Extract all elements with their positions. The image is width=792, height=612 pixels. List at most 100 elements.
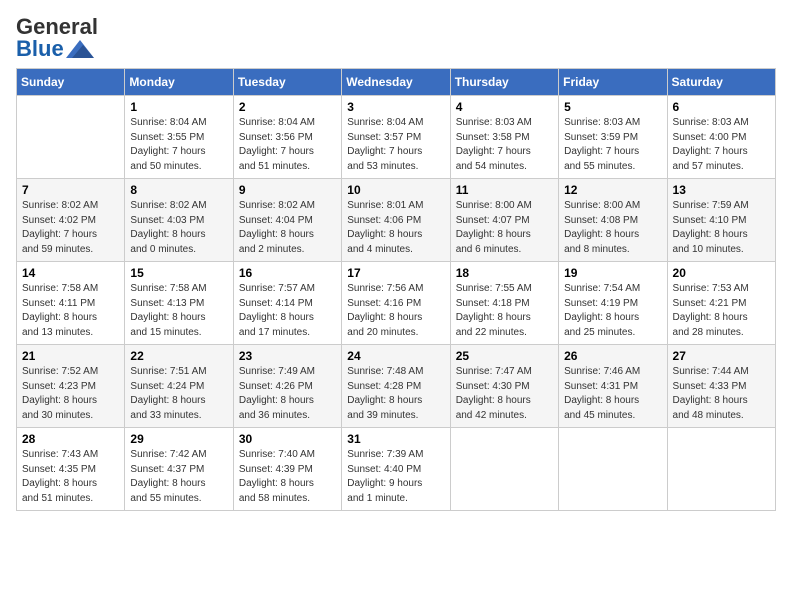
calendar-cell xyxy=(667,428,775,511)
day-number: 28 xyxy=(22,432,119,446)
day-number: 12 xyxy=(564,183,661,197)
calendar-cell: 23 Sunrise: 7:49 AM Sunset: 4:26 PM Dayli… xyxy=(233,345,341,428)
day-info: Sunrise: 8:03 AM Sunset: 4:00 PM Dayligh… xyxy=(673,116,770,174)
calendar-cell xyxy=(17,96,125,179)
calendar-cell: 2 Sunrise: 8:04 AM Sunset: 3:56 PM Daylig… xyxy=(233,96,341,179)
day-number: 14 xyxy=(22,266,119,280)
day-number: 6 xyxy=(673,100,770,114)
calendar-cell: 13 Sunrise: 7:59 AM Sunset: 4:10 PM Dayli… xyxy=(667,179,775,262)
day-info: Sunrise: 7:58 AM Sunset: 4:13 PM Dayligh… xyxy=(130,282,227,340)
day-number: 11 xyxy=(456,183,553,197)
calendar-cell: 1Sunrise: 8:04 AM Sunset: 3:55 PM Daylig… xyxy=(125,96,233,179)
day-info: Sunrise: 7:59 AM Sunset: 4:10 PM Dayligh… xyxy=(673,199,770,257)
day-number: 9 xyxy=(239,183,336,197)
calendar-cell: 8 Sunrise: 8:02 AM Sunset: 4:03 PM Daylig… xyxy=(125,179,233,262)
calendar-cell: 31 Sunrise: 7:39 AM Sunset: 4:40 PM Dayli… xyxy=(342,428,450,511)
calendar-cell: 5 Sunrise: 8:03 AM Sunset: 3:59 PM Daylig… xyxy=(559,96,667,179)
day-number: 23 xyxy=(239,349,336,363)
day-number: 21 xyxy=(22,349,119,363)
calendar-cell: 25Sunrise: 7:47 AM Sunset: 4:30 PM Dayli… xyxy=(450,345,558,428)
calendar-cell: 6 Sunrise: 8:03 AM Sunset: 4:00 PM Daylig… xyxy=(667,96,775,179)
day-info: Sunrise: 8:02 AM Sunset: 4:03 PM Dayligh… xyxy=(130,199,227,257)
day-info: Sunrise: 7:40 AM Sunset: 4:39 PM Dayligh… xyxy=(239,448,336,506)
weekday-header: Tuesday xyxy=(233,69,341,96)
calendar-cell: 15 Sunrise: 7:58 AM Sunset: 4:13 PM Dayli… xyxy=(125,262,233,345)
day-info: Sunrise: 7:43 AM Sunset: 4:35 PM Dayligh… xyxy=(22,448,119,506)
day-info: Sunrise: 8:03 AM Sunset: 3:58 PM Dayligh… xyxy=(456,116,553,174)
calendar-cell: 18 Sunrise: 7:55 AM Sunset: 4:18 PM Dayli… xyxy=(450,262,558,345)
day-info: Sunrise: 8:02 AM Sunset: 4:02 PM Dayligh… xyxy=(22,199,119,257)
day-info: Sunrise: 8:02 AM Sunset: 4:04 PM Dayligh… xyxy=(239,199,336,257)
day-number: 30 xyxy=(239,432,336,446)
day-info: Sunrise: 7:47 AM Sunset: 4:30 PM Dayligh… xyxy=(456,365,553,423)
day-number: 2 xyxy=(239,100,336,114)
weekday-header: Thursday xyxy=(450,69,558,96)
day-number: 29 xyxy=(130,432,227,446)
calendar-cell: 21 Sunrise: 7:52 AM Sunset: 4:23 PM Dayli… xyxy=(17,345,125,428)
day-number: 17 xyxy=(347,266,444,280)
day-number: 5 xyxy=(564,100,661,114)
day-number: 19 xyxy=(564,266,661,280)
calendar-cell: 22Sunrise: 7:51 AM Sunset: 4:24 PM Dayli… xyxy=(125,345,233,428)
day-info: Sunrise: 7:49 AM Sunset: 4:26 PM Dayligh… xyxy=(239,365,336,423)
weekday-header: Sunday xyxy=(17,69,125,96)
day-number: 16 xyxy=(239,266,336,280)
day-info: Sunrise: 8:04 AM Sunset: 3:55 PM Dayligh… xyxy=(130,116,227,174)
weekday-header: Saturday xyxy=(667,69,775,96)
calendar-cell: 29 Sunrise: 7:42 AM Sunset: 4:37 PM Dayli… xyxy=(125,428,233,511)
day-info: Sunrise: 7:48 AM Sunset: 4:28 PM Dayligh… xyxy=(347,365,444,423)
calendar-cell: 24 Sunrise: 7:48 AM Sunset: 4:28 PM Dayli… xyxy=(342,345,450,428)
calendar-cell: 20 Sunrise: 7:53 AM Sunset: 4:21 PM Dayli… xyxy=(667,262,775,345)
calendar-cell: 10 Sunrise: 8:01 AM Sunset: 4:06 PM Dayli… xyxy=(342,179,450,262)
day-number: 4 xyxy=(456,100,553,114)
weekday-header: Wednesday xyxy=(342,69,450,96)
day-number: 20 xyxy=(673,266,770,280)
day-number: 13 xyxy=(673,183,770,197)
weekday-header: Friday xyxy=(559,69,667,96)
calendar-table: SundayMondayTuesdayWednesdayThursdayFrid… xyxy=(16,68,776,511)
day-info: Sunrise: 7:52 AM Sunset: 4:23 PM Dayligh… xyxy=(22,365,119,423)
calendar-header: SundayMondayTuesdayWednesdayThursdayFrid… xyxy=(17,69,776,96)
day-info: Sunrise: 8:04 AM Sunset: 3:56 PM Dayligh… xyxy=(239,116,336,174)
day-info: Sunrise: 8:00 AM Sunset: 4:08 PM Dayligh… xyxy=(564,199,661,257)
day-info: Sunrise: 7:42 AM Sunset: 4:37 PM Dayligh… xyxy=(130,448,227,506)
day-number: 27 xyxy=(673,349,770,363)
day-info: Sunrise: 8:04 AM Sunset: 3:57 PM Dayligh… xyxy=(347,116,444,174)
calendar-cell: 4 Sunrise: 8:03 AM Sunset: 3:58 PM Daylig… xyxy=(450,96,558,179)
day-info: Sunrise: 7:56 AM Sunset: 4:16 PM Dayligh… xyxy=(347,282,444,340)
day-number: 22 xyxy=(130,349,227,363)
day-number: 10 xyxy=(347,183,444,197)
day-number: 3 xyxy=(347,100,444,114)
calendar-cell: 7 Sunrise: 8:02 AM Sunset: 4:02 PM Daylig… xyxy=(17,179,125,262)
day-info: Sunrise: 7:57 AM Sunset: 4:14 PM Dayligh… xyxy=(239,282,336,340)
calendar-cell: 16 Sunrise: 7:57 AM Sunset: 4:14 PM Dayli… xyxy=(233,262,341,345)
calendar-cell: 30 Sunrise: 7:40 AM Sunset: 4:39 PM Dayli… xyxy=(233,428,341,511)
calendar-cell xyxy=(559,428,667,511)
day-info: Sunrise: 7:44 AM Sunset: 4:33 PM Dayligh… xyxy=(673,365,770,423)
day-number: 8 xyxy=(130,183,227,197)
day-info: Sunrise: 8:03 AM Sunset: 3:59 PM Dayligh… xyxy=(564,116,661,174)
logo-text: General Blue xyxy=(16,16,98,60)
calendar-cell: 17 Sunrise: 7:56 AM Sunset: 4:16 PM Dayli… xyxy=(342,262,450,345)
day-number: 26 xyxy=(564,349,661,363)
day-info: Sunrise: 7:55 AM Sunset: 4:18 PM Dayligh… xyxy=(456,282,553,340)
day-number: 31 xyxy=(347,432,444,446)
calendar-cell: 12 Sunrise: 8:00 AM Sunset: 4:08 PM Dayli… xyxy=(559,179,667,262)
day-number: 24 xyxy=(347,349,444,363)
page-header: General Blue xyxy=(16,16,776,60)
day-info: Sunrise: 8:01 AM Sunset: 4:06 PM Dayligh… xyxy=(347,199,444,257)
day-number: 7 xyxy=(22,183,119,197)
day-number: 18 xyxy=(456,266,553,280)
day-info: Sunrise: 8:00 AM Sunset: 4:07 PM Dayligh… xyxy=(456,199,553,257)
logo-icon xyxy=(66,40,94,58)
day-number: 15 xyxy=(130,266,227,280)
day-info: Sunrise: 7:39 AM Sunset: 4:40 PM Dayligh… xyxy=(347,448,444,506)
logo: General Blue xyxy=(16,16,98,60)
calendar-cell: 3 Sunrise: 8:04 AM Sunset: 3:57 PM Daylig… xyxy=(342,96,450,179)
calendar-cell: 14Sunrise: 7:58 AM Sunset: 4:11 PM Dayli… xyxy=(17,262,125,345)
day-info: Sunrise: 7:53 AM Sunset: 4:21 PM Dayligh… xyxy=(673,282,770,340)
calendar-cell: 28 Sunrise: 7:43 AM Sunset: 4:35 PM Dayli… xyxy=(17,428,125,511)
calendar-cell xyxy=(450,428,558,511)
calendar-cell: 11 Sunrise: 8:00 AM Sunset: 4:07 PM Dayli… xyxy=(450,179,558,262)
day-info: Sunrise: 7:46 AM Sunset: 4:31 PM Dayligh… xyxy=(564,365,661,423)
